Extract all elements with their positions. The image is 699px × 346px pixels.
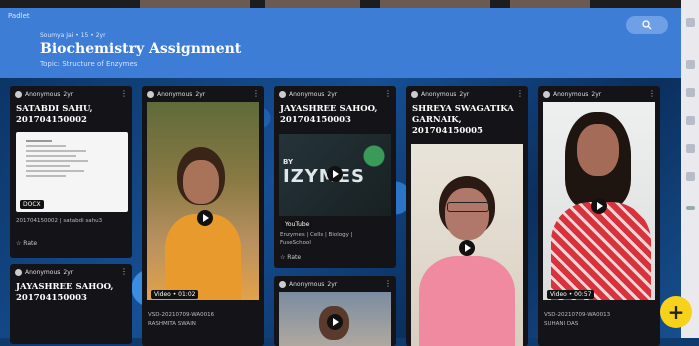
post-header: Anonymous 2yr bbox=[147, 91, 205, 98]
video-thumbnail[interactable] bbox=[411, 144, 523, 346]
export-icon[interactable] bbox=[686, 116, 695, 125]
rate-button[interactable]: ☆ Rate bbox=[16, 240, 37, 247]
post-title: JAYASHREE SAHOO, 201704150003 bbox=[280, 104, 378, 125]
post-age: 2yr bbox=[63, 91, 74, 98]
padlet-header: Padlet Soumya Jai • 15 • 2yr Biochemistr… bbox=[0, 8, 681, 78]
rate-button[interactable]: ☆ Rate bbox=[280, 254, 301, 261]
post-title: SATABDI SAHU, 201704150002 bbox=[16, 104, 93, 125]
post-age: 2yr bbox=[459, 91, 470, 98]
avatar bbox=[543, 91, 550, 98]
video-thumbnail[interactable]: Video • 01:02 bbox=[147, 102, 259, 300]
post-header: Anonymous 2yr bbox=[15, 91, 73, 98]
post-header: Anonymous 2yr bbox=[279, 281, 337, 288]
post-author: Anonymous bbox=[289, 281, 325, 288]
post-card[interactable]: Anonymous 2yr ⋮ JAYASHREE SAHOO, 2017041… bbox=[274, 86, 396, 268]
share-icon[interactable] bbox=[686, 18, 695, 27]
more-options-icon[interactable]: ⋮ bbox=[120, 267, 128, 276]
avatar bbox=[15, 269, 22, 276]
document-preview[interactable]: DOCX bbox=[16, 132, 128, 212]
search-icon bbox=[642, 20, 652, 30]
play-icon[interactable] bbox=[459, 240, 475, 256]
page-subtitle: Topic: Structure of Enzymes bbox=[40, 60, 138, 68]
more-options-icon[interactable]: ⋮ bbox=[516, 89, 524, 98]
attachment-caption: 201704150002 | satabdi sahu3 bbox=[16, 218, 103, 224]
brand-logo[interactable]: Padlet bbox=[8, 12, 30, 20]
padlet-board: Anonymous 2yr ⋮ SATABDI SAHU, 2017041500… bbox=[0, 78, 681, 346]
post-title: JAYASHREE SAHOO, 201704150003 bbox=[16, 282, 114, 303]
play-icon[interactable] bbox=[591, 198, 607, 214]
post-author: Anonymous bbox=[25, 91, 61, 98]
source-label: YouTube bbox=[282, 220, 313, 229]
attachment-caption: Enzymes | Cells | Biology | FuseSchool bbox=[280, 232, 353, 246]
post-author: Anonymous bbox=[25, 269, 61, 276]
more-options-icon[interactable]: ⋮ bbox=[384, 279, 392, 288]
post-card[interactable]: Anonymous 2yr ⋮ bbox=[274, 276, 396, 346]
more-options-icon[interactable]: ⋮ bbox=[252, 89, 260, 98]
remake-icon[interactable] bbox=[686, 88, 695, 97]
right-toolbar bbox=[681, 0, 699, 338]
post-age: 2yr bbox=[327, 281, 338, 288]
author-meta: Soumya Jai • 15 • 2yr bbox=[40, 32, 106, 39]
participant-thumbnail bbox=[140, 0, 250, 8]
more-options-icon[interactable]: ⋮ bbox=[120, 89, 128, 98]
video-call-strip bbox=[0, 0, 699, 8]
attachment-caption: VSD-20210709-WA0013 SUHANI DAS bbox=[544, 312, 611, 327]
help-icon[interactable] bbox=[686, 172, 695, 181]
youtube-thumbnail[interactable]: BY IZYMES bbox=[279, 134, 391, 216]
participant-thumbnail bbox=[265, 0, 360, 8]
participant-thumbnail bbox=[510, 0, 590, 8]
video-duration-badge: Video • 00:57 bbox=[547, 290, 595, 299]
video-duration-badge: Video • 01:02 bbox=[151, 290, 199, 299]
post-header: Anonymous 2yr bbox=[411, 91, 469, 98]
more-options-icon[interactable]: ⋮ bbox=[648, 89, 656, 98]
attachment-caption: VSD-20210709-WA0016 RASHMITA SWAIN bbox=[148, 312, 215, 327]
post-card[interactable]: Anonymous 2yr ⋮ JAYASHREE SAHOO, 2017041… bbox=[10, 264, 132, 344]
play-icon[interactable] bbox=[327, 314, 343, 330]
post-author: Anonymous bbox=[157, 91, 193, 98]
post-card[interactable]: Anonymous 2yr ⋮ Video • 01:02 VSD-202107… bbox=[142, 86, 264, 346]
avatar bbox=[279, 281, 286, 288]
post-title: SHREYA SWAGATIKA GARNAIK, 201704150005 bbox=[412, 104, 514, 136]
post-card[interactable]: Anonymous 2yr ⋮ SHREYA SWAGATIKA GARNAIK… bbox=[406, 86, 528, 346]
heart-icon[interactable] bbox=[686, 60, 695, 69]
video-thumbnail[interactable]: Video • 00:57 bbox=[543, 102, 655, 300]
avatar bbox=[279, 91, 286, 98]
post-author: Anonymous bbox=[421, 91, 457, 98]
post-age: 2yr bbox=[327, 91, 338, 98]
post-header: Anonymous 2yr bbox=[543, 91, 601, 98]
settings-icon[interactable] bbox=[686, 144, 695, 153]
participant-thumbnail bbox=[380, 0, 490, 8]
post-header: Anonymous 2yr bbox=[15, 269, 73, 276]
avatar bbox=[411, 91, 418, 98]
more-options-icon[interactable]: ⋮ bbox=[384, 89, 392, 98]
file-type-badge: DOCX bbox=[20, 200, 44, 209]
post-header: Anonymous 2yr bbox=[279, 91, 337, 98]
post-author: Anonymous bbox=[553, 91, 589, 98]
play-icon[interactable] bbox=[327, 166, 343, 182]
post-age: 2yr bbox=[63, 269, 74, 276]
plus-icon: + bbox=[667, 300, 685, 324]
avatar bbox=[147, 91, 154, 98]
search-button[interactable] bbox=[626, 16, 668, 34]
post-age: 2yr bbox=[591, 91, 602, 98]
avatar bbox=[15, 91, 22, 98]
more-icon[interactable] bbox=[686, 206, 695, 210]
post-author: Anonymous bbox=[289, 91, 325, 98]
post-card[interactable]: Anonymous 2yr ⋮ SATABDI SAHU, 2017041500… bbox=[10, 86, 132, 258]
play-icon[interactable] bbox=[197, 210, 213, 226]
add-post-button[interactable]: + bbox=[660, 296, 692, 328]
page-title: Biochemistry Assignment bbox=[40, 41, 242, 57]
post-card[interactable]: Anonymous 2yr ⋮ Video • 00:57 VSD-202107… bbox=[538, 86, 660, 346]
post-age: 2yr bbox=[195, 91, 206, 98]
